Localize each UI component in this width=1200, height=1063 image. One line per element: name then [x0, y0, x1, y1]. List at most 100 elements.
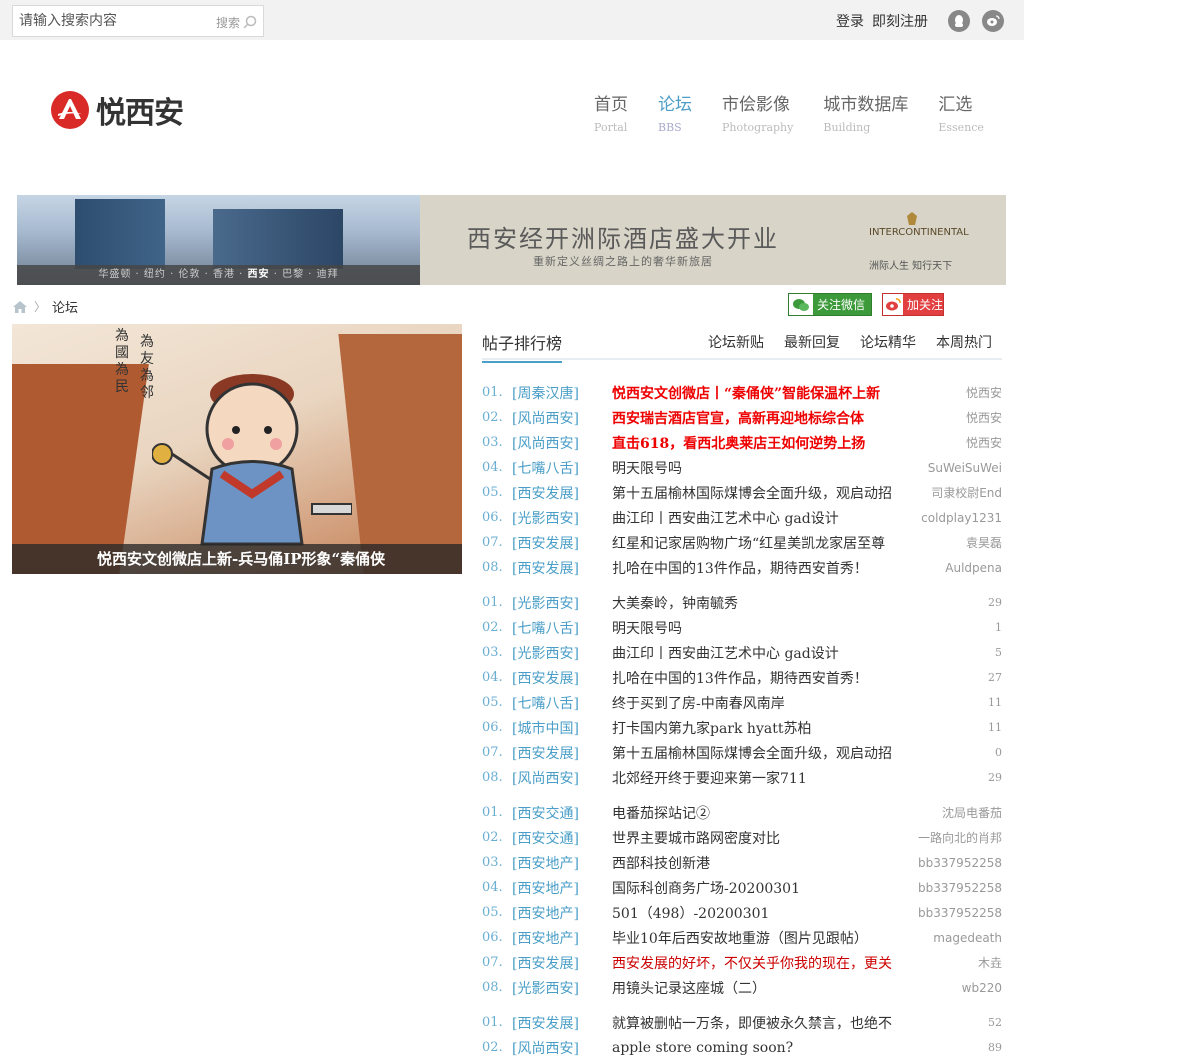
hotel-ad-banner[interactable]: 华盛顿 · 纽约 · 伦敦 · 香港 · 西安 · 巴黎 · 迪拜 西安经开洲际…: [17, 195, 1006, 285]
item-title-link[interactable]: 501（498）-20200301: [612, 903, 918, 923]
item-category-link[interactable]: [西安发展]: [512, 668, 612, 688]
item-author[interactable]: bb337952258: [918, 856, 1002, 870]
breadcrumb-current[interactable]: 论坛: [52, 297, 78, 316]
item-author[interactable]: bb337952258: [918, 881, 1002, 895]
item-author[interactable]: 悦西安: [942, 434, 1002, 451]
item-category-link[interactable]: [光影西安]: [512, 593, 612, 613]
item-author[interactable]: magedeath: [933, 931, 1002, 945]
item-title-link[interactable]: 扎哈在中国的13件作品，期待西安首秀！: [612, 668, 942, 688]
wechat-icon: [789, 294, 813, 315]
item-category-link[interactable]: [光影西安]: [512, 643, 612, 663]
item-title-link[interactable]: 第十五届榆林国际煤博会全面升级，观启动招: [612, 743, 942, 763]
nav-item-bbs[interactable]: 论坛 BBS: [658, 90, 692, 134]
item-author[interactable]: 司隶校尉End: [931, 484, 1002, 501]
item-category-link[interactable]: [城市中国]: [512, 718, 612, 738]
item-title-link[interactable]: 红星和记家居购物广场“红星美凯龙家居至尊: [612, 533, 942, 553]
home-icon[interactable]: [12, 300, 28, 314]
nav-item-essence[interactable]: 汇选 Essence: [938, 90, 984, 134]
item-title-link[interactable]: 曲江印丨西安曲江艺术中心 gad设计: [612, 643, 942, 663]
tab-weekly-hot[interactable]: 本周热门: [936, 332, 992, 352]
item-category-link[interactable]: [风尚西安]: [512, 408, 612, 428]
list-item: 04. [七嘴八舌] 明天限号吗 SuWeiSuWei: [482, 455, 1002, 480]
item-title-link[interactable]: 国际科创商务广场-20200301: [612, 878, 918, 898]
item-author[interactable]: Auldpena: [942, 561, 1002, 575]
item-title-link[interactable]: 用镜头记录这座城（二）: [612, 978, 942, 998]
item-title-link[interactable]: 西部科技创新港: [612, 853, 918, 873]
item-category-link[interactable]: [七嘴八舌]: [512, 458, 612, 478]
item-title-link[interactable]: 北郊经开终于要迎来第一家711: [612, 768, 942, 788]
weibo-login-icon[interactable]: [982, 10, 1004, 32]
item-category-link[interactable]: [周秦汉唐]: [512, 383, 612, 403]
item-author[interactable]: 木垚: [942, 954, 1002, 971]
item-title-link[interactable]: 直击618，看西北奥莱店王如何逆势上扬: [612, 433, 942, 453]
nav-item-photography[interactable]: 市侩影像 Photography: [722, 90, 793, 134]
register-link[interactable]: 即刻注册: [872, 11, 928, 31]
item-category-link[interactable]: [西安地产]: [512, 928, 612, 948]
item-category-link[interactable]: [西安发展]: [512, 533, 612, 553]
item-category-link[interactable]: [西安交通]: [512, 803, 612, 823]
item-author[interactable]: bb337952258: [918, 906, 1002, 920]
list-item: 07. [西安发展] 第十五届榆林国际煤博会全面升级，观启动招 0: [482, 740, 1002, 765]
item-category-link[interactable]: [七嘴八舌]: [512, 693, 612, 713]
item-category-link[interactable]: [光影西安]: [512, 978, 612, 998]
item-category-link[interactable]: [西安发展]: [512, 1013, 612, 1033]
item-rank: 04.: [482, 670, 503, 685]
item-title-link[interactable]: apple store coming soon?: [612, 1040, 942, 1056]
item-title-link[interactable]: 电番茄探站记②: [612, 803, 942, 823]
item-title-link[interactable]: 悦西安文创微店丨“秦俑侠”智能保温杯上新: [612, 383, 942, 403]
item-title-link[interactable]: 世界主要城市路网密度对比: [612, 828, 918, 848]
item-title-link[interactable]: 终于买到了房-中南春风南岸: [612, 693, 942, 713]
item-author[interactable]: coldplay1231: [921, 511, 1002, 525]
item-author[interactable]: 沈局电番茄: [942, 804, 1002, 821]
item-category-link[interactable]: [西安地产]: [512, 878, 612, 898]
tab-latest-replies[interactable]: 最新回复: [784, 332, 840, 352]
search-button[interactable]: 搜索: [216, 12, 257, 32]
follow-weibo-button[interactable]: 加关注: [882, 293, 944, 316]
item-author[interactable]: 悦西安: [942, 384, 1002, 401]
item-category-link[interactable]: [西安发展]: [512, 558, 612, 578]
item-author[interactable]: wb220: [942, 981, 1002, 995]
item-category-link[interactable]: [风尚西安]: [512, 433, 612, 453]
follow-wechat-button[interactable]: 关注微信: [788, 293, 872, 316]
nav-item-building[interactable]: 城市数据库 Building: [823, 90, 908, 134]
list-item: 08. [光影西安] 用镜头记录这座城（二） wb220: [482, 975, 1002, 1000]
item-category-link[interactable]: [西安交通]: [512, 828, 612, 848]
item-title-link[interactable]: 明天限号吗: [612, 458, 928, 478]
item-category-link[interactable]: [西安发展]: [512, 743, 612, 763]
item-title-link[interactable]: 扎哈在中国的13件作品，期待西安首秀！: [612, 558, 942, 578]
item-rank: 08.: [482, 980, 503, 995]
item-author[interactable]: 一路向北的肖邦: [918, 829, 1002, 846]
item-author[interactable]: 悦西安: [942, 409, 1002, 426]
item-title-link[interactable]: 打卡国内第九家park hyatt苏柏: [612, 718, 942, 738]
item-title-link[interactable]: 毕业10年后西安故地重游（图片见跟帖）: [612, 928, 933, 948]
site-logo[interactable]: 悦西安: [50, 88, 184, 132]
item-title-link[interactable]: 西安瑞吉酒店官宣，高新再迎地标综合体: [612, 408, 942, 428]
qq-login-icon[interactable]: [948, 10, 970, 32]
list-item: 01. [西安交通] 电番茄探站记② 沈局电番茄: [482, 800, 1002, 825]
item-title-link[interactable]: 曲江印丨西安曲江艺术中心 gad设计: [612, 508, 921, 528]
item-title-link[interactable]: 就算被删帖一万条，即便被永久禁言，也绝不: [612, 1013, 942, 1033]
featured-post-image[interactable]: 為國為民 為友為邻 悦西安文创微店上新-兵马俑IP形象“秦俑侠: [12, 324, 462, 574]
item-title-link[interactable]: 西安发展的好坏，不仅关乎你我的现在，更关: [612, 953, 942, 973]
tab-featured[interactable]: 论坛精华: [860, 332, 916, 352]
item-author[interactable]: SuWeiSuWei: [928, 461, 1002, 475]
item-title-link[interactable]: 明天限号吗: [612, 618, 942, 638]
tab-new-posts[interactable]: 论坛新贴: [708, 332, 764, 352]
item-author[interactable]: 袁昊磊: [942, 534, 1002, 551]
item-category-link[interactable]: [西安发展]: [512, 483, 612, 503]
search-input[interactable]: [19, 10, 209, 32]
list-item: 07. [西安发展] 红星和记家居购物广场“红星美凯龙家居至尊 袁昊磊: [482, 530, 1002, 555]
item-rank: 06.: [482, 930, 503, 945]
item-category-link[interactable]: [风尚西安]: [512, 1038, 612, 1058]
item-title-link[interactable]: 大美秦岭，钟南毓秀: [612, 593, 942, 613]
item-category-link[interactable]: [西安地产]: [512, 853, 612, 873]
item-category-link[interactable]: [光影西安]: [512, 508, 612, 528]
nav-item-portal[interactable]: 首页 Portal: [594, 90, 628, 134]
item-title-link[interactable]: 第十五届榆林国际煤博会全面升级，观启动招: [612, 483, 931, 503]
item-category-link[interactable]: [七嘴八舌]: [512, 618, 612, 638]
item-category-link[interactable]: [西安发展]: [512, 953, 612, 973]
item-category-link[interactable]: [西安地产]: [512, 903, 612, 923]
login-link[interactable]: 登录: [836, 11, 864, 31]
item-category-link[interactable]: [风尚西安]: [512, 768, 612, 788]
item-rank: 01.: [482, 805, 503, 820]
